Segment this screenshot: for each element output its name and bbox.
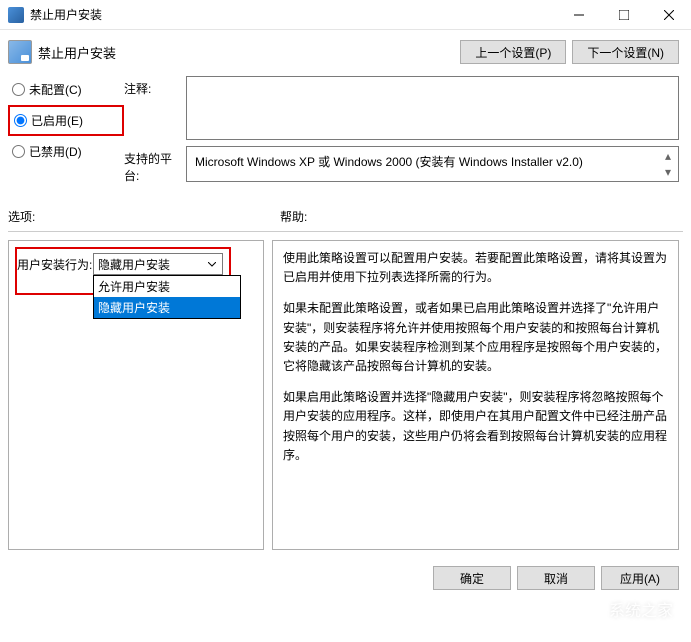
behavior-row: 用户安装行为: 隐藏用户安装 允许用户安装 隐藏用户安装	[17, 253, 223, 275]
radio-not-configured-label: 未配置(C)	[29, 81, 82, 98]
help-paragraph-1: 使用此策略设置可以配置用户安装。若要配置此策略设置，请将其设置为已启用并使用下拉…	[283, 249, 668, 287]
meta-column: 注释: 支持的平台: Microsoft Windows XP 或 Window…	[124, 76, 679, 190]
options-panel: 用户安装行为: 隐藏用户安装 允许用户安装 隐藏用户安装	[8, 240, 264, 550]
platform-label: 支持的平台:	[124, 146, 186, 184]
next-setting-button[interactable]: 下一个设置(N)	[572, 40, 679, 64]
platform-text: Microsoft Windows XP 或 Windows 2000 (安装有…	[195, 155, 583, 169]
radio-not-configured-input[interactable]	[12, 83, 25, 96]
options-label: 选项:	[8, 208, 280, 225]
cancel-button[interactable]: 取消	[517, 566, 595, 590]
help-panel: 使用此策略设置可以配置用户安装。若要配置此策略设置，请将其设置为已启用并使用下拉…	[272, 240, 679, 550]
behavior-label: 用户安装行为:	[17, 253, 93, 273]
radio-disabled-input[interactable]	[12, 145, 25, 158]
app-icon	[8, 7, 24, 23]
close-button[interactable]	[646, 0, 691, 30]
watermark-text: 系统之家	[609, 597, 673, 621]
titlebar: 禁止用户安装	[0, 0, 691, 30]
dropdown-item-allow[interactable]: 允许用户安装	[94, 276, 240, 297]
apply-button[interactable]: 应用(A)	[601, 566, 679, 590]
help-paragraph-3: 如果启用此策略设置并选择"隐藏用户安装"，则安装程序将忽略按照每个用户安装的应用…	[283, 388, 668, 465]
minimize-button[interactable]	[556, 0, 601, 30]
comment-row: 注释:	[124, 76, 679, 140]
ok-button[interactable]: 确定	[433, 566, 511, 590]
platform-row: 支持的平台: Microsoft Windows XP 或 Windows 20…	[124, 146, 679, 184]
maximize-button[interactable]	[601, 0, 646, 30]
window-controls	[556, 0, 691, 30]
behavior-dropdown: 允许用户安装 隐藏用户安装	[93, 275, 241, 319]
radio-column: 未配置(C) 已启用(E) 已禁用(D)	[8, 76, 124, 190]
behavior-combobox[interactable]: 隐藏用户安装	[93, 253, 223, 275]
scroll-down-icon[interactable]: ▾	[660, 164, 676, 180]
help-label: 帮助:	[280, 208, 307, 225]
top-section: 未配置(C) 已启用(E) 已禁用(D) 注释: 支持的平台: Microsof…	[0, 72, 691, 194]
scroll-up-icon[interactable]: ▴	[660, 148, 676, 164]
radio-enabled-input[interactable]	[14, 114, 27, 127]
behavior-combo-wrap: 隐藏用户安装 允许用户安装 隐藏用户安装	[93, 253, 223, 275]
watermark: 系统之家	[573, 594, 673, 624]
prev-setting-button[interactable]: 上一个设置(P)	[460, 40, 566, 64]
button-row: 确定 取消 应用(A)	[0, 558, 691, 598]
header-row: 禁止用户安装 上一个设置(P) 下一个设置(N)	[0, 30, 691, 72]
watermark-icon	[573, 594, 603, 624]
behavior-combo-value: 隐藏用户安装	[98, 256, 170, 273]
policy-title: 禁止用户安装	[38, 43, 454, 62]
help-paragraph-2: 如果未配置此策略设置，或者如果已启用此策略设置并选择了"允许用户安装"，则安装程…	[283, 299, 668, 376]
section-labels-row: 选项: 帮助:	[0, 194, 691, 231]
policy-icon	[8, 40, 32, 64]
window-title: 禁止用户安装	[30, 6, 556, 23]
radio-disabled[interactable]: 已禁用(D)	[8, 138, 124, 165]
highlighted-option: 用户安装行为: 隐藏用户安装 允许用户安装 隐藏用户安装	[15, 247, 231, 295]
dropdown-item-hide[interactable]: 隐藏用户安装	[94, 297, 240, 318]
main-section: 用户安装行为: 隐藏用户安装 允许用户安装 隐藏用户安装 使用此策略设置可以配	[0, 232, 691, 558]
comment-textarea[interactable]	[186, 76, 679, 140]
radio-not-configured[interactable]: 未配置(C)	[8, 76, 124, 103]
radio-disabled-label: 已禁用(D)	[29, 143, 82, 160]
platform-box: Microsoft Windows XP 或 Windows 2000 (安装有…	[186, 146, 679, 182]
chevron-down-icon	[205, 257, 219, 271]
comment-label: 注释:	[124, 76, 186, 140]
radio-enabled[interactable]: 已启用(E)	[8, 105, 124, 136]
radio-enabled-label: 已启用(E)	[31, 112, 83, 129]
